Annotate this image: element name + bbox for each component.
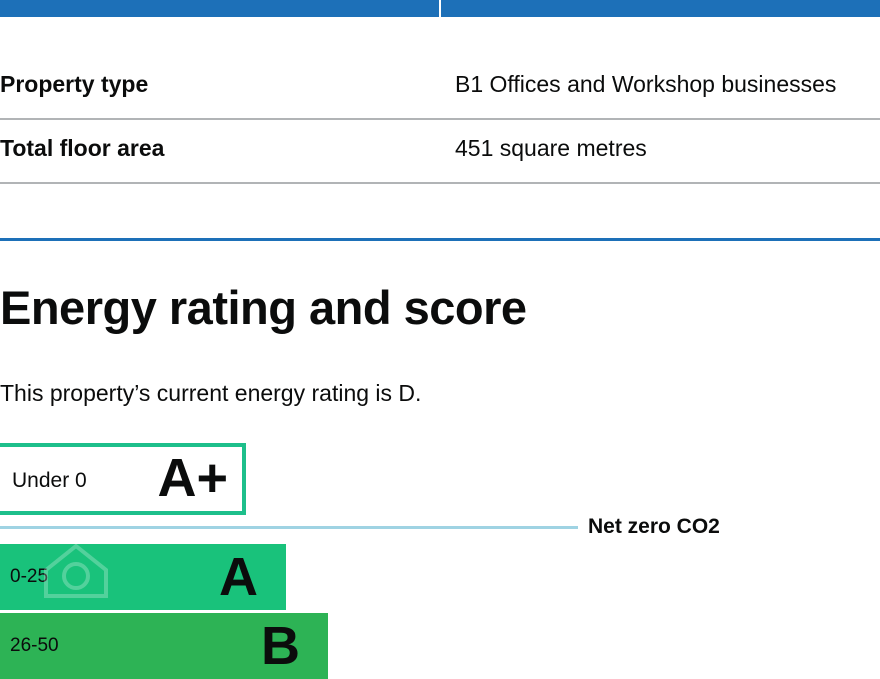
top-bar-divider [439,0,441,17]
summary-row-floor-area: Total floor area 451 square metres [0,118,880,184]
rating-band-b: 26-50 B [0,613,328,679]
section-heading: Energy rating and score [0,281,527,334]
band-range-label: Under 0 [12,469,87,492]
summary-key: Property type [0,71,149,97]
top-blue-bar [0,0,880,17]
net-zero-line [0,526,578,529]
summary-value: 451 square metres [455,135,647,161]
band-letter: A [219,547,258,607]
summary-key: Total floor area [0,135,165,161]
band-letter: A+ [157,448,228,508]
summary-row-property-type: Property type B1 Offices and Workshop bu… [0,54,880,120]
band-letter: B [261,616,300,676]
rating-band-a-plus: Under 0 A+ [0,443,246,515]
summary-value: B1 Offices and Workshop businesses [455,71,837,97]
net-zero-label: Net zero CO2 [588,515,720,538]
section-divider [0,238,880,241]
current-rating-text: This property’s current energy rating is… [0,380,422,406]
watermark-house-icon [44,543,108,598]
band-range-label: 26-50 [10,635,59,656]
